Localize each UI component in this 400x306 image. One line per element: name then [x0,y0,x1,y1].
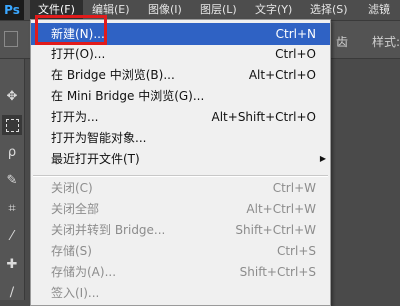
menu-item-shortcut: Ctrl+W [272,181,316,195]
quick-select-tool-icon[interactable]: ✎ [2,171,22,191]
menu-select[interactable]: 选择(S) [310,0,348,20]
menu-image[interactable]: 图像(I) [148,0,182,20]
menu-item-label: 关闭(C) [51,181,93,195]
brush-tool-icon[interactable]: ∕ [2,283,22,303]
style-label: 样式: [372,35,400,49]
menu-item-label: 在 Bridge 中浏览(B)... [51,68,175,82]
menu-layer[interactable]: 图层(L) [200,0,237,20]
menu-item-shortcut: Ctrl+N [275,27,316,41]
marquee-tool-icon[interactable] [2,115,22,135]
menu-item-label: 打开为... [51,110,99,124]
annotation-highlight-box [35,15,107,45]
menu-item-close[interactable]: 关闭(C) Ctrl+W [31,177,330,199]
menu-item-label: 关闭并转到 Bridge... [51,223,166,237]
menu-item-label: 打开为智能对象... [51,131,147,145]
menu-item-save-as[interactable]: 存储为(A)... Shift+Ctrl+S [31,261,330,283]
menu-item-check-in[interactable]: 签入(I)... [31,282,330,304]
lasso-tool-icon[interactable]: ρ [2,143,22,163]
tool-preset-icon[interactable] [4,31,18,47]
menu-item-save[interactable]: 存储(S) Ctrl+S [31,240,330,262]
healing-brush-tool-icon[interactable]: ✚ [2,255,22,275]
menu-item-open-recent[interactable]: 最近打开文件(T) ▶ [31,148,330,170]
menu-item-browse-in-mini-bridge[interactable]: 在 Mini Bridge 中浏览(G)... [31,85,330,107]
crop-tool-icon[interactable]: ⌗ [2,199,22,219]
menu-item-shortcut: Alt+Ctrl+W [246,202,316,216]
menu-item-label: 存储为(A)... [51,265,117,279]
menu-item-open-as[interactable]: 打开为... Alt+Shift+Ctrl+O [31,106,330,128]
menu-item-label: 存储(S) [51,244,92,258]
menu-item-open-as-smart-object[interactable]: 打开为智能对象... [31,127,330,149]
menu-item-browse-in-bridge[interactable]: 在 Bridge 中浏览(B)... Alt+Ctrl+O [31,64,330,86]
menu-item-label: 在 Mini Bridge 中浏览(G)... [51,89,205,103]
anti-alias-label: 齿 [336,35,349,49]
move-tool-icon[interactable]: ✥ [2,87,22,107]
menu-item-label: 最近打开文件(T) [51,152,140,166]
menu-item-label: 打开(O)... [51,47,106,61]
menu-item-close-and-go-to-bridge[interactable]: 关闭并转到 Bridge... Shift+Ctrl+W [31,219,330,241]
submenu-arrow-icon: ▶ [319,154,326,163]
menu-type[interactable]: 文字(Y) [255,0,292,20]
eyedropper-tool-icon[interactable]: ⁄ [2,227,22,247]
menu-item-shortcut: Shift+Ctrl+S [239,265,316,279]
menu-filter[interactable]: 滤镜 [368,0,390,20]
menu-item-shortcut: Alt+Ctrl+O [248,68,316,82]
menu-item-shortcut: Ctrl+O [275,47,316,61]
tools-panel: ✥ ρ ✎ ⌗ ⁄ ✚ ∕ [0,59,25,300]
file-menu-dropdown: 新建(N)... Ctrl+N 打开(O)... Ctrl+O 在 Bridge… [30,19,331,306]
menu-item-close-all[interactable]: 关闭全部 Alt+Ctrl+W [31,198,330,220]
menu-item-label: 签入(I)... [51,286,100,300]
menu-item-open[interactable]: 打开(O)... Ctrl+O [31,43,330,65]
menu-item-shortcut: Alt+Shift+Ctrl+O [211,110,316,124]
menu-item-shortcut: Ctrl+S [276,244,316,258]
menu-item-label: 关闭全部 [51,202,100,216]
menu-item-shortcut: Shift+Ctrl+W [235,223,316,237]
photoshop-logo-icon: Ps [0,0,24,20]
